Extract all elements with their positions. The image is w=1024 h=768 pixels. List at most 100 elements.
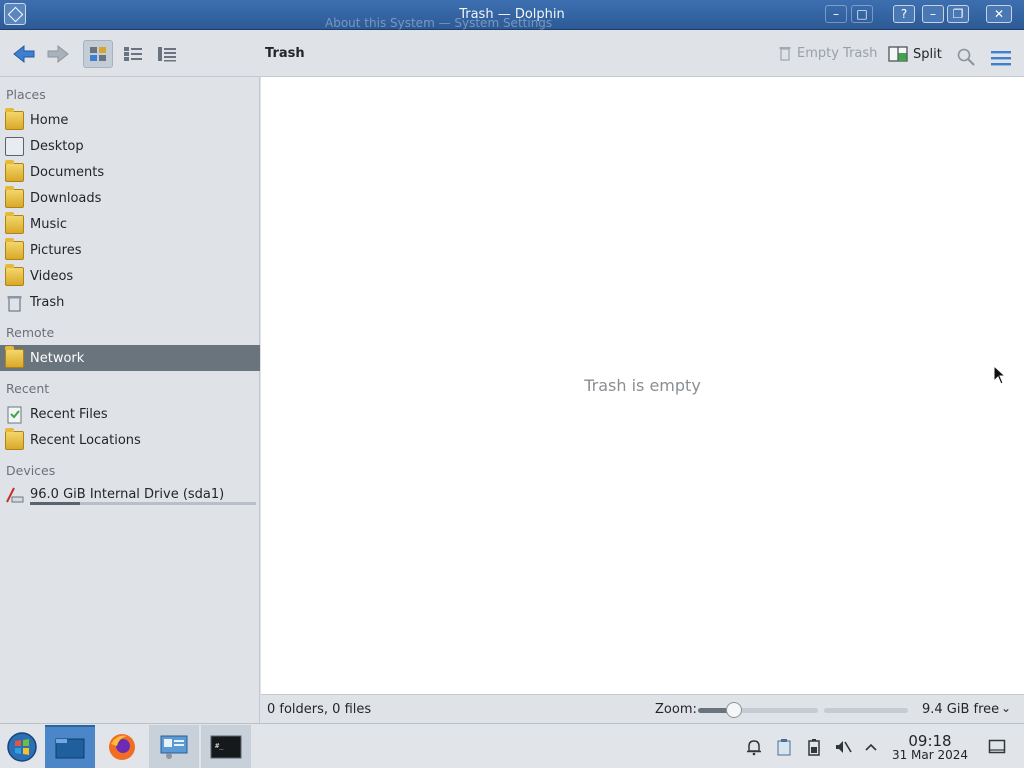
zoom-label: Zoom: xyxy=(655,702,697,717)
sidebar-item-label: 96.0 GiB Internal Drive (sda1) xyxy=(30,486,225,502)
help-icon[interactable]: ? xyxy=(893,5,915,23)
folder-pictures-icon xyxy=(5,237,24,260)
back-button[interactable] xyxy=(8,40,40,68)
main-toolbar: Trash Empty Trash Split xyxy=(0,30,1024,77)
desktop-icon xyxy=(5,136,24,156)
task-terminal[interactable]: #_ xyxy=(201,725,251,768)
sidebar-item-recent-files[interactable]: Recent Files xyxy=(0,401,260,427)
trash-icon xyxy=(5,293,24,312)
volume-muted-icon[interactable] xyxy=(834,738,852,756)
compact-view-button[interactable] xyxy=(118,40,148,68)
search-button[interactable] xyxy=(956,43,976,71)
chevron-down-icon[interactable]: ⌄ xyxy=(1001,701,1011,715)
system-settings-icon xyxy=(160,735,188,759)
status-bar: 0 folders, 0 files Zoom: 9.4 GiB free ⌄ xyxy=(261,694,1024,723)
sidebar-item-network[interactable]: Network xyxy=(0,345,260,371)
devices-section-title: Devices xyxy=(6,463,56,478)
show-desktop-icon[interactable] xyxy=(988,738,1006,756)
drive-usage-fill xyxy=(30,502,80,505)
folder-documents-icon xyxy=(5,159,24,182)
drive-usage-bar xyxy=(30,502,256,505)
sidebar-item-desktop[interactable]: Desktop xyxy=(0,133,260,159)
places-panel: Places Home Desktop Documents Downloads … xyxy=(0,77,260,723)
zoom-slider-handle[interactable] xyxy=(726,702,742,718)
details-view-button[interactable] xyxy=(152,40,182,68)
main-menu-button[interactable] xyxy=(990,44,1012,72)
sidebar-item-label: Home xyxy=(30,112,69,128)
status-summary: 0 folders, 0 files xyxy=(267,702,372,717)
icons-view-button[interactable] xyxy=(83,40,113,68)
clipboard-icon[interactable] xyxy=(775,738,793,756)
split-label: Split xyxy=(913,46,942,62)
sidebar-item-music[interactable]: Music xyxy=(0,211,260,237)
window-titlebar[interactable]: About this System — System Settings Tras… xyxy=(0,0,1024,30)
arrow-left-icon xyxy=(13,44,35,64)
trash-icon xyxy=(779,47,791,61)
battery-icon[interactable] xyxy=(805,738,823,756)
minimize-icon[interactable]: – xyxy=(922,5,944,23)
folder-music-icon xyxy=(5,211,24,234)
dolphin-file-manager-icon xyxy=(55,738,85,758)
notifications-bell-icon[interactable] xyxy=(745,738,763,756)
sidebar-item-label: Network xyxy=(30,350,85,366)
empty-trash-button[interactable]: Empty Trash xyxy=(778,45,877,61)
taskbar: #_ 09:18 31 Mar 2024 xyxy=(0,723,1024,768)
recent-locations-icon xyxy=(5,427,24,450)
sidebar-item-recent-locations[interactable]: Recent Locations xyxy=(0,427,260,453)
arrow-right-icon xyxy=(47,44,69,64)
sidebar-item-label: Music xyxy=(30,216,67,232)
background-minimize-icon: – xyxy=(825,5,847,23)
sidebar-item-label: Recent Locations xyxy=(30,432,141,448)
folder-videos-icon xyxy=(5,263,24,286)
sidebar-item-trash[interactable]: Trash xyxy=(0,289,260,315)
maximize-icon[interactable]: ❐ xyxy=(947,5,969,23)
sidebar-item-label: Desktop xyxy=(30,138,84,154)
close-icon[interactable]: ✕ xyxy=(986,5,1012,23)
file-view[interactable]: Trash is empty xyxy=(261,77,1024,694)
sidebar-item-downloads[interactable]: Downloads xyxy=(0,185,260,211)
remote-section-title: Remote xyxy=(6,325,55,340)
icons-view-icon xyxy=(90,47,106,61)
empty-trash-label: Empty Trash xyxy=(797,45,878,61)
forward-button[interactable] xyxy=(42,40,74,68)
sidebar-item-videos[interactable]: Videos xyxy=(0,263,260,289)
sidebar-item-label: Documents xyxy=(30,164,105,180)
sidebar-item-label: Videos xyxy=(30,268,74,284)
terminal-icon: #_ xyxy=(210,735,242,758)
places-section-title: Places xyxy=(6,87,46,102)
svg-text:#_: #_ xyxy=(215,742,224,750)
empty-trash-message: Trash is empty xyxy=(584,376,701,395)
folder-home-icon xyxy=(5,107,24,130)
folder-downloads-icon xyxy=(5,185,24,208)
clock-date[interactable]: 31 Mar 2024 xyxy=(888,748,972,762)
task-dolphin[interactable] xyxy=(45,725,95,768)
zoom-slider[interactable] xyxy=(698,702,818,718)
free-space-bar xyxy=(824,708,908,713)
task-firefox[interactable] xyxy=(97,725,147,768)
sidebar-item-documents[interactable]: Documents xyxy=(0,159,260,185)
sidebar-item-home[interactable]: Home xyxy=(0,107,260,133)
sidebar-item-label: Pictures xyxy=(30,242,82,258)
details-view-icon xyxy=(158,47,176,62)
hard-drive-icon xyxy=(5,485,24,504)
sidebar-item-label: Trash xyxy=(30,294,65,310)
application-launcher-icon xyxy=(7,731,37,762)
sidebar-item-label: Recent Files xyxy=(30,406,108,422)
sidebar-item-pictures[interactable]: Pictures xyxy=(0,237,260,263)
firefox-icon xyxy=(109,733,135,760)
folder-network-icon xyxy=(5,345,24,368)
split-view-icon xyxy=(888,46,908,62)
sidebar-item-label: Downloads xyxy=(30,190,102,206)
hamburger-menu-icon xyxy=(991,51,1011,66)
mouse-cursor-icon xyxy=(993,364,1007,389)
tray-expand-chevron-icon[interactable] xyxy=(862,738,880,756)
location-breadcrumb[interactable]: Trash xyxy=(265,46,305,61)
recent-section-title: Recent xyxy=(6,381,50,396)
split-button[interactable]: Split xyxy=(888,45,942,63)
background-maximize-icon: □ xyxy=(851,5,873,23)
recent-files-icon xyxy=(5,405,24,424)
application-launcher-button[interactable] xyxy=(0,725,44,768)
compact-view-icon xyxy=(124,47,142,61)
free-space-label[interactable]: 9.4 GiB free xyxy=(922,702,999,717)
task-system-settings[interactable] xyxy=(149,725,199,768)
